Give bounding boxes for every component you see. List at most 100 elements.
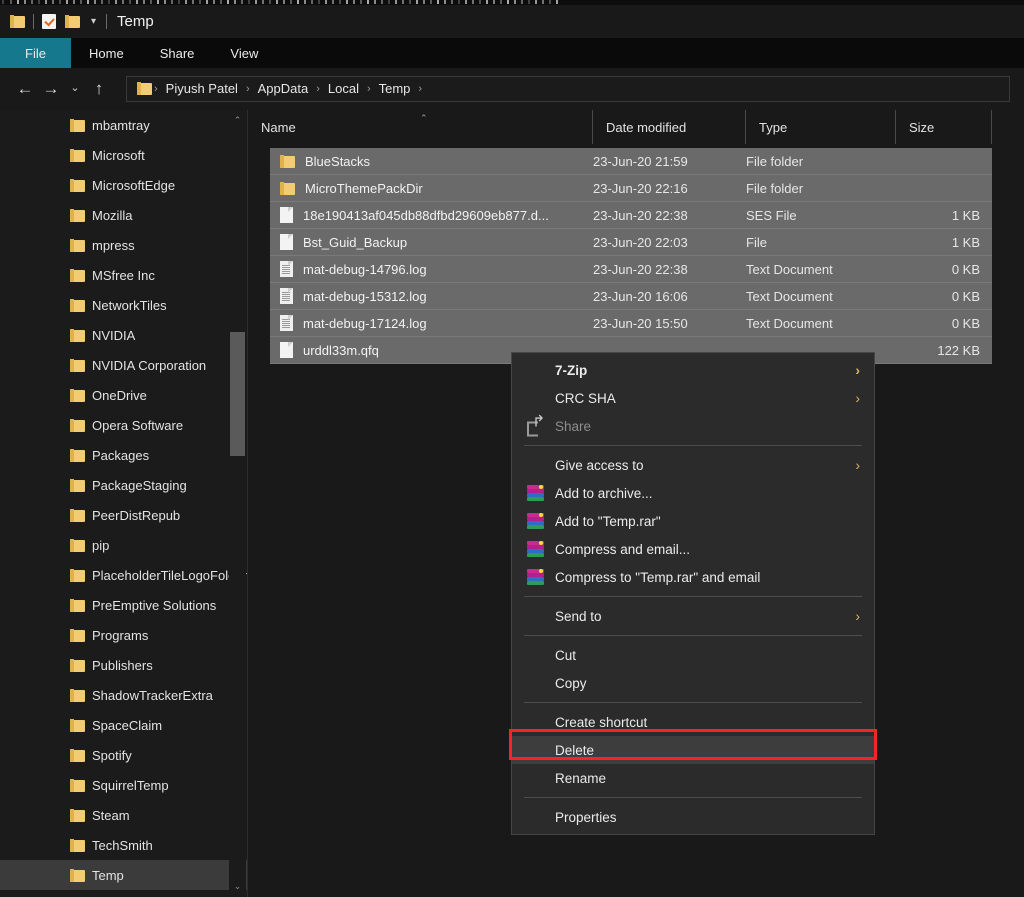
chevron-down-icon[interactable]: ⌄ — [229, 878, 246, 895]
menu-item-send-to[interactable]: Send to› — [512, 602, 874, 630]
sidebar-item-onedrive[interactable]: OneDrive — [0, 380, 248, 410]
breadcrumb-separator[interactable]: › — [314, 83, 322, 95]
ribbon-tab-view[interactable]: View — [212, 38, 276, 68]
up-arrow-icon[interactable]: ↑ — [86, 80, 112, 97]
context-menu[interactable]: 7-Zip›CRC SHA›ShareGive access to›Add to… — [511, 352, 875, 835]
chevron-down-icon[interactable]: ▾ — [91, 17, 96, 27]
table-row[interactable]: mat-debug-17124.log23-Jun-20 15:50Text D… — [270, 310, 992, 337]
sidebar-item-pip[interactable]: pip — [0, 530, 248, 560]
menu-item-add-to-archive[interactable]: Add to archive... — [512, 479, 874, 507]
sidebar-item-spotify[interactable]: Spotify — [0, 740, 248, 770]
menu-item-7-zip[interactable]: 7-Zip› — [512, 356, 874, 384]
new-folder-icon[interactable] — [65, 15, 80, 28]
breadcrumb-item-appdata[interactable]: AppData — [252, 81, 315, 96]
breadcrumb-item-piyush-patel[interactable]: Piyush Patel — [160, 81, 244, 96]
strip-tick — [66, 0, 68, 4]
strip-tick — [94, 0, 96, 4]
sidebar-item-spaceclaim[interactable]: SpaceClaim — [0, 710, 248, 740]
sidebar-item-msfree-inc[interactable]: MSfree Inc — [0, 260, 248, 290]
menu-item-crc-sha[interactable]: CRC SHA› — [512, 384, 874, 412]
sidebar-item-shadowtrackerextra[interactable]: ShadowTrackerExtra — [0, 680, 248, 710]
sidebar-item-packagestaging[interactable]: PackageStaging — [0, 470, 248, 500]
navigation-pane[interactable]: mbamtrayMicrosoftMicrosoftEdgeMozillampr… — [0, 110, 248, 897]
breadcrumb-separator[interactable]: › — [416, 83, 424, 95]
menu-item-give-access-to[interactable]: Give access to› — [512, 451, 874, 479]
sidebar-item-placeholdertilelogofolder[interactable]: PlaceholderTileLogoFolder — [0, 560, 248, 590]
sidebar-item-preemptive-solutions[interactable]: PreEmptive Solutions — [0, 590, 248, 620]
folder-icon — [70, 329, 85, 342]
file-type-cell: SES File — [746, 208, 896, 223]
sidebar-item-opera-software[interactable]: Opera Software — [0, 410, 248, 440]
strip-tick — [185, 0, 187, 4]
sidebar-item-mozilla[interactable]: Mozilla — [0, 200, 248, 230]
sidebar-item-mpress[interactable]: mpress — [0, 230, 248, 260]
breadcrumb-item-temp[interactable]: Temp — [373, 81, 417, 96]
strip-tick — [339, 0, 341, 4]
navigation-pane-scrollbar[interactable]: ⌃ ⌄ — [229, 110, 246, 897]
menu-item-compress-and-email[interactable]: Compress and email... — [512, 535, 874, 563]
back-arrow-icon[interactable]: ← — [12, 80, 38, 97]
column-header-name[interactable]: ⌃Name — [248, 110, 593, 144]
strip-tick — [521, 0, 523, 4]
strip-tick — [465, 0, 467, 4]
table-row[interactable]: mat-debug-14796.log23-Jun-20 22:38Text D… — [270, 256, 992, 283]
sidebar-item-squirreltemp[interactable]: SquirrelTemp — [0, 770, 248, 800]
breadcrumb[interactable]: ›Piyush Patel›AppData›Local›Temp› — [126, 76, 1010, 102]
column-header-type[interactable]: Type — [746, 110, 896, 144]
sidebar-item-microsoft[interactable]: Microsoft — [0, 140, 248, 170]
sidebar-item-nvidia-corporation[interactable]: NVIDIA Corporation — [0, 350, 248, 380]
forward-arrow-icon[interactable]: → — [38, 80, 64, 97]
table-row[interactable]: MicroThemePackDir23-Jun-20 22:16File fol… — [270, 175, 992, 202]
sidebar-item-steam[interactable]: Steam — [0, 800, 248, 830]
menu-item-rename[interactable]: Rename — [512, 764, 874, 792]
menu-item-delete[interactable]: Delete — [512, 736, 874, 764]
sidebar-item-temp[interactable]: Temp — [0, 860, 248, 890]
sidebar-item-techsmith[interactable]: TechSmith — [0, 830, 248, 860]
file-size-cell: 1 KB — [896, 208, 992, 223]
table-row[interactable]: 18e190413af045db88dfbd29609eb877.d...23-… — [270, 202, 992, 229]
strip-tick — [220, 0, 222, 4]
table-row[interactable]: mat-debug-15312.log23-Jun-20 16:06Text D… — [270, 283, 992, 310]
sidebar-item-publishers[interactable]: Publishers — [0, 650, 248, 680]
menu-item-create-shortcut[interactable]: Create shortcut — [512, 708, 874, 736]
chevron-right-icon: › — [855, 608, 860, 624]
breadcrumb-separator[interactable]: › — [365, 83, 373, 95]
strip-tick — [73, 0, 75, 4]
sidebar-item-networktiles[interactable]: NetworkTiles — [0, 290, 248, 320]
strip-tick — [143, 0, 145, 4]
menu-separator — [524, 445, 862, 446]
folder-icon[interactable] — [10, 15, 25, 28]
strip-tick — [304, 0, 306, 4]
ribbon-tab-share[interactable]: Share — [142, 38, 213, 68]
scrollbar-thumb[interactable] — [230, 332, 245, 456]
breadcrumb-item-local[interactable]: Local — [322, 81, 365, 96]
recent-locations-chevron-down-icon[interactable]: ⌄ — [64, 83, 86, 94]
sidebar-item-nvidia[interactable]: NVIDIA — [0, 320, 248, 350]
menu-item-add-to-temp-rar[interactable]: Add to "Temp.rar" — [512, 507, 874, 535]
breadcrumb-folder-icon[interactable] — [137, 82, 152, 95]
table-row[interactable]: Bst_Guid_Backup23-Jun-20 22:03File1 KB — [270, 229, 992, 256]
ribbon-tab-home[interactable]: Home — [71, 38, 142, 68]
folder-icon — [70, 659, 85, 672]
strip-tick — [227, 0, 229, 4]
properties-checkbox-icon[interactable] — [42, 14, 56, 29]
folder-icon — [70, 689, 85, 702]
ribbon-tab-file[interactable]: File — [0, 38, 71, 68]
sidebar-item-mbamtray[interactable]: mbamtray — [0, 110, 248, 140]
menu-item-properties[interactable]: Properties — [512, 803, 874, 831]
column-header-date-modified[interactable]: Date modified — [593, 110, 746, 144]
sidebar-item-microsoftedge[interactable]: MicrosoftEdge — [0, 170, 248, 200]
menu-item-copy[interactable]: Copy — [512, 669, 874, 697]
menu-item-label: Cut — [555, 648, 576, 663]
file-size-cell: 122 KB — [896, 343, 992, 358]
table-row[interactable]: BlueStacks23-Jun-20 21:59File folder — [270, 148, 992, 175]
file-date-cell: 23-Jun-20 22:38 — [593, 262, 746, 277]
sidebar-item-programs[interactable]: Programs — [0, 620, 248, 650]
sidebar-item-packages[interactable]: Packages — [0, 440, 248, 470]
chevron-up-icon[interactable]: ⌃ — [229, 112, 246, 129]
menu-item-cut[interactable]: Cut — [512, 641, 874, 669]
column-header-size[interactable]: Size — [896, 110, 992, 144]
sidebar-item-peerdistrepub[interactable]: PeerDistRepub — [0, 500, 248, 530]
breadcrumb-separator[interactable]: › — [244, 83, 252, 95]
menu-item-compress-to-temp-rar-and-email[interactable]: Compress to "Temp.rar" and email — [512, 563, 874, 591]
